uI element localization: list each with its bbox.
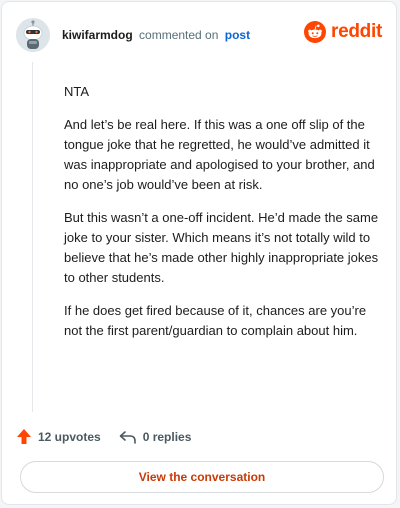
username[interactable]: kiwifarmdog: [62, 28, 133, 42]
comment-actions: 12 upvotes 0 replies: [16, 428, 191, 445]
upvote-arrow-icon: [17, 429, 31, 444]
view-conversation-button[interactable]: View the conversation: [20, 461, 384, 493]
comment-body: NTA And let’s be real here. If this was …: [64, 82, 384, 354]
reply-arrow-icon: [119, 430, 136, 444]
reply-button[interactable]: 0 replies: [119, 429, 192, 444]
post-link[interactable]: post: [225, 28, 250, 42]
reddit-logo-icon: [304, 21, 327, 43]
comment-card: kiwifarmdog commented on post reddit NTA…: [1, 1, 397, 505]
commented-on-text: commented on: [139, 28, 219, 42]
reply-count: 0 replies: [142, 429, 192, 444]
reddit-wordmark: reddit: [331, 21, 382, 42]
comment-paragraph: But this wasn’t a one-off incident. He’d…: [64, 210, 379, 285]
upvote-count: 12 upvotes: [38, 429, 101, 444]
comment-paragraph: If he does get fired because of it, chan…: [64, 303, 367, 338]
comment-paragraph: NTA: [64, 84, 90, 99]
comment-meta: kiwifarmdog commented on post: [62, 27, 250, 43]
reddit-brand[interactable]: reddit: [304, 21, 382, 43]
upvote-button[interactable]: 12 upvotes: [16, 428, 101, 445]
comment-paragraph: And let’s be real here. If this was a on…: [64, 117, 375, 192]
snoo-avatar-icon[interactable]: [16, 18, 50, 52]
comment-header: kiwifarmdog commented on post reddit: [2, 2, 396, 64]
thread-line: [32, 62, 33, 412]
